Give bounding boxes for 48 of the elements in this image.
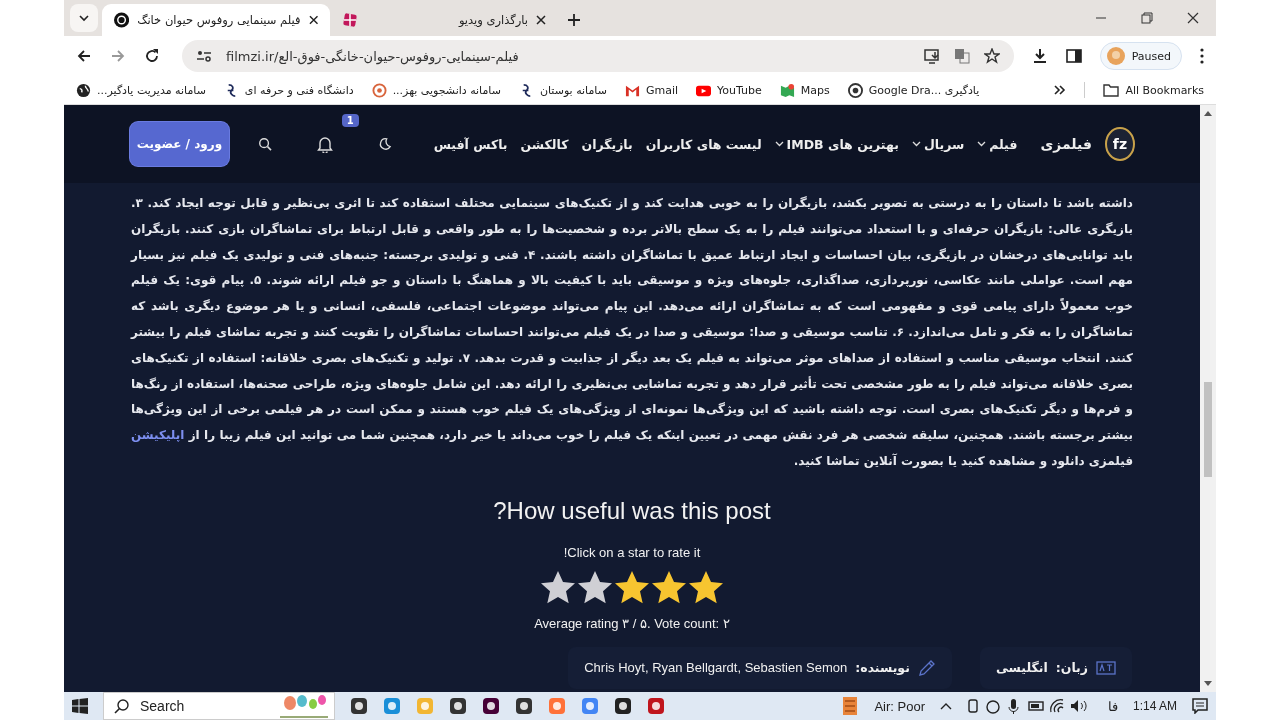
nav-link[interactable]: لیست های کاربران <box>645 136 762 152</box>
rating-prompt: Click on a star to rate it! <box>563 544 701 560</box>
nav-link[interactable]: بهترین های IMDB <box>774 136 899 152</box>
profile-button[interactable]: Paused <box>1099 42 1182 70</box>
bookmark[interactable]: سامانه بوستان <box>518 82 607 98</box>
bookmark-label: Google Dra... یادگیری <box>868 83 980 97</box>
url-text: filmzi.ir/فیلم-سینمایی-روفوس-حیوان-خانگی-فوق-الع <box>226 48 519 64</box>
bookmark[interactable]: Gmail <box>624 82 678 98</box>
login-button[interactable]: ورود / عضویت <box>130 122 229 166</box>
rating-summary: Average rating ۳ / ۵. Vote count: ۲ <box>534 615 730 631</box>
bookmark[interactable]: دانشگاه فنی و حرفه ای <box>223 82 354 98</box>
bookmark-label: YouTube <box>717 83 762 97</box>
nav-link[interactable]: باکس آفیس <box>433 136 508 152</box>
bookmark-label: سامانه مدیریت یادگیر... <box>97 83 206 97</box>
site-logo[interactable]: fz <box>1104 127 1135 161</box>
detail-label: زبان: <box>1055 660 1088 676</box>
nav-link[interactable]: سریال <box>911 136 965 152</box>
browser-tab[interactable]: بارگذاری ویدیو <box>330 4 558 36</box>
bookmark-label: دانشگاه فنی و حرفه ای <box>244 83 354 97</box>
input-language-indicator[interactable]: فا <box>1107 698 1118 714</box>
address-bar[interactable]: filmzi.ir/فیلم-سینمایی-روفوس-حیوان-خانگی-فوق-الع <box>182 40 1014 72</box>
bookmark[interactable]: Google Dra... یادگیری <box>847 82 980 98</box>
weather-text[interactable]: Air: Poor <box>874 698 925 714</box>
bookmark-label: سامانه بوستان <box>539 83 607 97</box>
bookmark-label: Gmail <box>645 83 678 97</box>
article-paragraph: داشته باشد تا داستان را به درستی به تصویر بکشد، بازیگران را به خوبی هدایت کند و از تکنیک‌های سینمایی مختلف استفاده کند تا اثری بی‌نظیر و قابل توجه ایجاد کند. ۳. بازیگری عالی: بازیگران حرفه‌ای و با استعداد می‌توانند فیلم را به یک سطح بالاتر برده و شخصیت‌ها را به طور واقعی و قابل ارتباط برای تماشاگران بازی کنند. بازیگران باید توانایی‌های درخشان در بازیگری، بیان احساسات و ایجاد ارتباط عمیق با تماشاگران داشته باشند. ۴. فنی و تولیدی برجسته: جنبه‌های فنی و تولیدی یک فیلم نیز بسیار مهم است. عواملی مانند عکاسی، نورپردازی، صداگذاری، جلوه‌های ویژه و موسیقی باید با کیفیت بالا و هماهنگ با داستان و جو فیلم ارائه شوند. ۵. پیام قوی: یک فیلم خوب معمولاً دارای پیامی قوی و مفهومی است که به تماشاگران ارائه می‌دهد. این پیام می‌تواند موضوعات اجتماعی، فلسفی، انسانی و یا هر موضوع دیگری باشد که تماشاگران را به فکر و تامل می‌اندازد. ۶. تناسب موسیقی و صدا: موسیقی و صدا در یک فیلم می‌توانند احساسات تماشاگران را تقویت کنند و تجربه تماشای فیلم را بیشتر کنند. انتخاب موسیقی مناسب و استفاده از صداهای موثر می‌تواند به فیلم یک بعد دیگر از جذابیت و قدرت بدهد. ۷. تولید و تکنیک‌های بصری خلاقانه: استفاده از تکنیک‌های بصری خلاقانه می‌تواند فیلم را به طور مشخصی تحت تأثیر قرار دهد و تجربه تماشایی بی‌نظیری را ارائه دهد. این شامل جلوه‌های ویژه، طراحی صحنه‌ها، استفاده از رنگ‌ها و فرم‌ها و دیگر تکنیک‌های بصری است. توجه داشته باشید که این ویژگی‌ها نمونه‌ای از ویژگی‌های یک فیلم خوب هستند و ممکن است در هر فیلمی برخی از این ویژگی‌ها بیشتر برجسته باشند. همچنین، سلیقه شخصی هر فرد نقش مهمی در تعیین اینکه یک فیلم را خوب می‌داند یا خیر دارد، همچنین شما می توانید این فیلم زیبا را از اپلیکیشن فیلمزی دانلود و مشاهده کنید یا بصورت آنلاین تماشا کنید. <box>131 195 1133 471</box>
tab-title: بارگذاری ویدیو <box>457 13 528 27</box>
detail-label: نویسنده: <box>855 660 910 676</box>
bookmark[interactable]: Maps <box>779 82 830 98</box>
nav-link[interactable]: فیلم <box>977 136 1018 152</box>
tab-title: فیلم سینمایی روفوس حیوان خانگ <box>137 13 301 27</box>
detail-value: Chris Hoyt, Ryan Bellgardt, Sebastien Semon <box>584 660 848 676</box>
rating-title: How useful was this post? <box>493 496 771 525</box>
nav-link[interactable]: بازیگران <box>581 136 633 152</box>
browser-tab[interactable]: فیلم سینمایی روفوس حیوان خانگ <box>102 4 330 36</box>
bookmark-label: سامانه دانشجویی بهز... <box>392 83 501 97</box>
bookmark[interactable]: YouTube <box>696 82 762 98</box>
all-bookmarks-button[interactable]: All Bookmarks <box>1103 83 1204 97</box>
clock-text[interactable]: 1:14 AM <box>1132 699 1177 713</box>
taskbar-search-field[interactable]: Search <box>103 692 335 720</box>
notification-badge: 1 <box>341 113 359 127</box>
app-link[interactable]: اپلیکیشن <box>131 428 185 443</box>
nav-link[interactable]: کالکشن <box>520 136 569 152</box>
site-name[interactable]: فیلمزی <box>1040 136 1092 152</box>
bookmark[interactable]: سامانه دانشجویی بهز... <box>371 82 501 98</box>
detail-value: انگلیسی <box>995 660 1048 676</box>
bookmark[interactable]: سامانه مدیریت یادگیر... <box>76 82 206 98</box>
bookmark-label: Maps <box>800 83 830 97</box>
